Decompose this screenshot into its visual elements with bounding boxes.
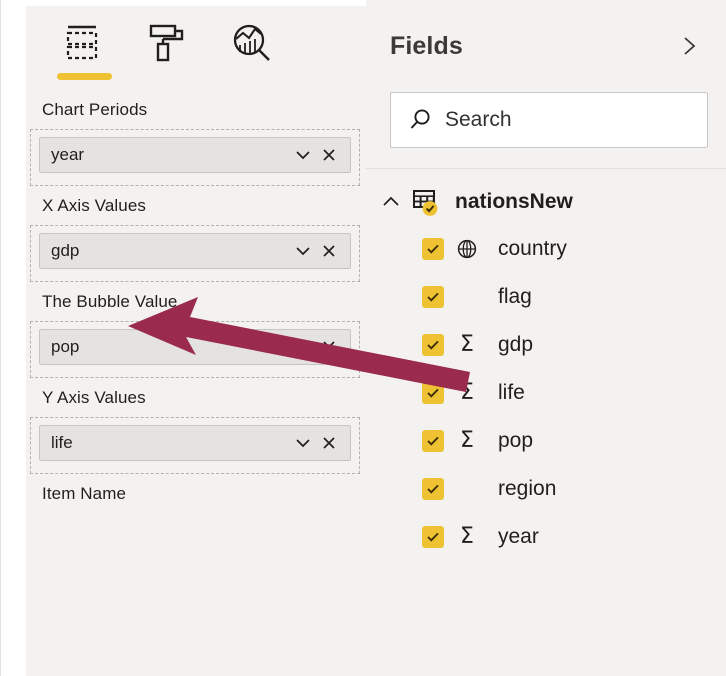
fields-search-box[interactable] [390, 92, 718, 148]
chip-chart-periods-label: year [51, 145, 85, 164]
pane-tab-strip [26, 6, 367, 90]
field-tree: nationsNew country flag Σ gdp Σ life Σ p… [366, 169, 726, 561]
fields-pane: Fields Search nationsNew country flag Σ … [366, 0, 726, 676]
field-label-gdp: gdp [498, 333, 534, 356]
field-label-flag: flag [498, 285, 532, 308]
fields-search-wrapper [390, 92, 718, 148]
table-node-nationsnew[interactable]: nationsNew [366, 179, 726, 225]
field-row-year[interactable]: Σ year [366, 513, 726, 561]
field-row-gdp[interactable]: Σ gdp [366, 321, 726, 369]
field-checkbox-region[interactable] [422, 478, 444, 500]
field-checkbox-life[interactable] [422, 382, 444, 404]
table-node-label: nationsNew [455, 190, 573, 213]
chip-bubble-value[interactable]: pop [39, 329, 351, 365]
dropzone-bubble-value[interactable]: pop [30, 321, 360, 378]
chevron-down-icon[interactable] [290, 142, 316, 168]
field-row-pop[interactable]: Σ pop [366, 417, 726, 465]
chevron-up-icon[interactable] [376, 187, 406, 217]
analytics-magnifier-icon [226, 20, 278, 66]
table-icon [408, 186, 444, 218]
tab-analytics-underline [225, 73, 280, 80]
fields-table-icon [58, 20, 110, 66]
well-label-chart-periods: Chart Periods [42, 100, 148, 119]
field-checkbox-flag[interactable] [422, 286, 444, 308]
chevron-right-icon[interactable] [674, 31, 704, 61]
field-wells: Chart Periods year X Axis Values gdp The… [26, 90, 367, 517]
tab-fields[interactable] [42, 6, 126, 84]
visualizations-pane: Chart Periods year X Axis Values gdp The… [0, 0, 367, 676]
search-input[interactable] [437, 107, 718, 133]
field-checkbox-gdp[interactable] [422, 334, 444, 356]
fields-pane-header: Fields [366, 0, 726, 92]
chip-x-axis-values[interactable]: gdp [39, 233, 351, 269]
field-label-year: year [498, 525, 539, 548]
tab-format[interactable] [126, 6, 210, 84]
close-icon[interactable] [316, 142, 342, 168]
field-checkbox-pop[interactable] [422, 430, 444, 452]
chevron-down-icon[interactable] [290, 430, 316, 456]
sigma-icon: Σ [460, 332, 474, 357]
field-checkbox-country[interactable] [422, 238, 444, 260]
field-row-country[interactable]: country [366, 225, 726, 273]
close-icon[interactable] [316, 334, 342, 360]
field-type-none-icon [452, 476, 482, 502]
well-label-x-axis-values: X Axis Values [42, 196, 146, 215]
field-label-pop: pop [498, 429, 534, 452]
chip-bubble-value-label: pop [51, 337, 80, 356]
chip-chart-periods[interactable]: year [39, 137, 351, 173]
fields-pane-title: Fields [390, 31, 463, 60]
sigma-icon: Σ [460, 524, 474, 549]
chip-x-axis-values-label: gdp [51, 241, 80, 260]
tab-format-underline [141, 73, 196, 80]
check-badge-icon [422, 201, 438, 216]
field-row-life[interactable]: Σ life [366, 369, 726, 417]
close-icon[interactable] [316, 238, 342, 264]
well-label-y-axis-values: Y Axis Values [42, 388, 146, 407]
chip-y-axis-values[interactable]: life [39, 425, 351, 461]
field-row-flag[interactable]: flag [366, 273, 726, 321]
chevron-down-icon[interactable] [290, 238, 316, 264]
dropzone-chart-periods[interactable]: year [30, 129, 360, 186]
visualizations-pane-content: Chart Periods year X Axis Values gdp The… [26, 6, 367, 676]
power-bi-panes: Chart Periods year X Axis Values gdp The… [0, 0, 726, 676]
field-type-none-icon [452, 284, 482, 310]
field-label-life: life [498, 381, 525, 404]
sigma-icon: Σ [460, 380, 474, 405]
search-icon [405, 105, 437, 135]
paint-roller-icon [142, 20, 194, 66]
sigma-icon: Σ [460, 428, 474, 453]
chevron-down-icon[interactable] [290, 334, 316, 360]
field-checkbox-year[interactable] [422, 526, 444, 548]
field-row-region[interactable]: region [366, 465, 726, 513]
field-label-region: region [498, 477, 557, 500]
dropzone-y-axis-values[interactable]: life [30, 417, 360, 474]
field-label-country: country [498, 237, 567, 260]
well-label-item-name: Item Name [42, 484, 127, 503]
tab-fields-underline [56, 73, 112, 80]
tab-analytics[interactable] [210, 6, 294, 84]
close-icon[interactable] [316, 430, 342, 456]
dropzone-x-axis-values[interactable]: gdp [30, 225, 360, 282]
globe-icon [452, 236, 482, 262]
chip-y-axis-values-label: life [51, 433, 73, 452]
well-label-bubble-value: The Bubble Value [42, 292, 178, 311]
